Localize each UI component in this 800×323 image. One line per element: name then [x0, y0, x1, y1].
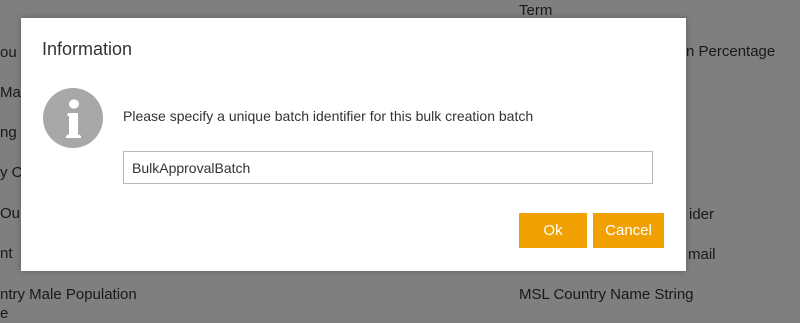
dialog-message: Please specify a unique batch identifier… [123, 108, 534, 124]
info-icon [43, 88, 103, 148]
page: Term n Percentage ider mail ntry Male Po… [0, 0, 800, 323]
cancel-button[interactable]: Cancel [593, 213, 664, 248]
batch-identifier-input[interactable] [123, 151, 653, 184]
information-dialog: Information Please specify a unique batc… [21, 18, 686, 271]
dialog-title: Information [42, 39, 133, 59]
ok-button[interactable]: Ok [519, 213, 587, 248]
